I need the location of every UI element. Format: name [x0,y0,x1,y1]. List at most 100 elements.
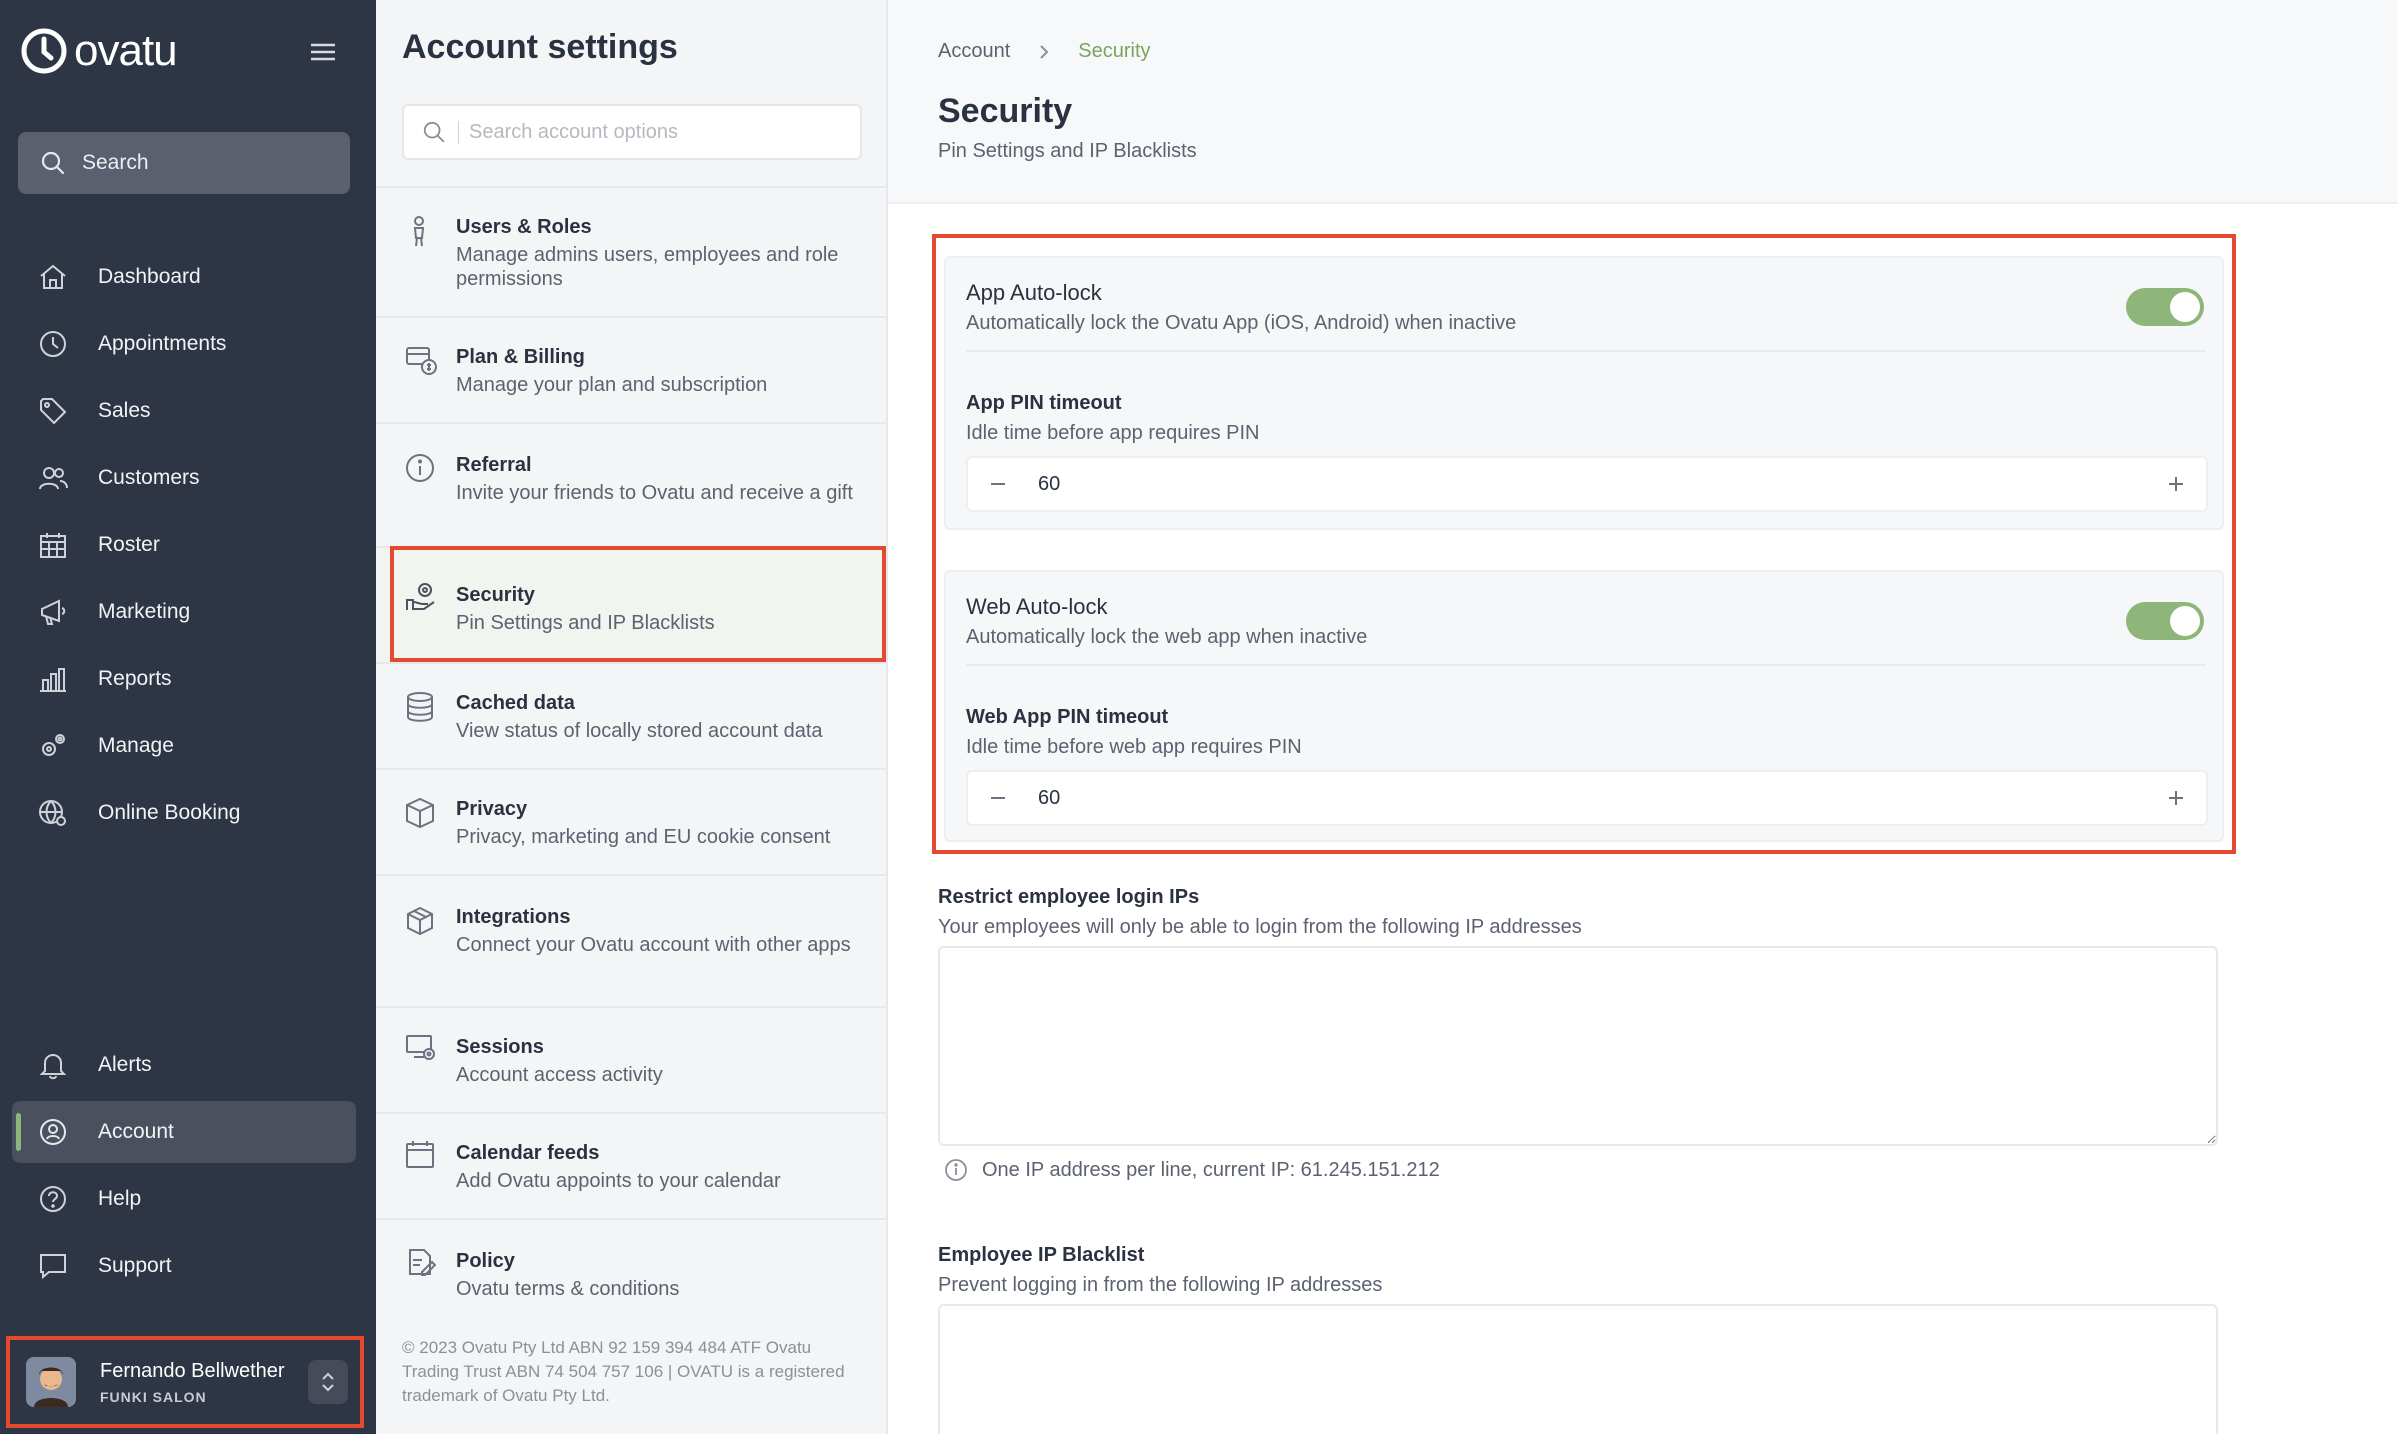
nav-label: Reports [98,667,172,690]
settings-item-security[interactable]: Security Pin Settings and IP Blacklists [376,546,886,662]
settings-item-title: Sessions [456,1036,544,1058]
web-autolock-desc: Automatically lock the web app when inac… [966,626,1368,648]
app-autolock-toggle[interactable] [2126,288,2204,326]
box-icon [404,796,438,830]
nav-label: Customers [98,466,200,489]
info-icon [404,452,438,486]
restrict-ips-label: Restrict employee login IPs [938,886,1200,908]
restrict-ips-textarea[interactable] [938,946,2218,1146]
main-sidebar: ovatu Search Dashboard Appointments Sale… [0,0,376,1434]
settings-item-title: Referral [456,454,532,476]
settings-item-sessions[interactable]: Sessions Account access activity [376,1006,886,1112]
megaphone-icon [36,595,70,629]
settings-search-input[interactable] [458,120,838,144]
gears-icon [36,729,70,763]
settings-item-desc: View status of locally stored account da… [456,720,823,742]
nav-label: Alerts [98,1053,152,1076]
settings-item-desc: Manage admins users, employees and role … [456,244,839,290]
clock-icon [36,327,70,361]
nav-online-booking[interactable]: Online Booking [12,782,356,844]
nav-marketing[interactable]: Marketing [12,581,356,643]
app-pin-timeout-desc: Idle time before app requires PIN [966,422,1260,444]
app-pin-timeout-stepper[interactable]: 60 [966,456,2208,512]
settings-item-title: Privacy [456,798,528,820]
settings-item-desc: Account access activity [456,1064,663,1086]
settings-item-title: Cached data [456,692,575,714]
nav-label: Marketing [98,600,191,623]
plus-icon[interactable] [2160,782,2192,814]
settings-item-integrations[interactable]: Integrations Connect your Ovatu account … [376,874,886,1006]
user-icon [404,214,438,248]
settings-item-cached-data[interactable]: Cached data View status of locally store… [376,662,886,768]
nav-manage[interactable]: Manage [12,715,356,777]
search-icon [41,151,65,175]
web-autolock-card: Web Auto-lock Automatically lock the web… [944,570,2224,842]
security-icon [404,580,438,614]
nav-label: Sales [98,399,151,422]
toggle-knob [2170,606,2200,636]
bell-icon [36,1048,70,1082]
ip-blacklist-textarea[interactable] [938,1304,2218,1434]
nav-dashboard[interactable]: Dashboard [12,246,356,308]
nav-label: Account [98,1120,174,1143]
web-pin-timeout-desc: Idle time before web app requires PIN [966,736,1302,758]
divider [966,350,2206,352]
app-autolock-desc: Automatically lock the Ovatu App (iOS, A… [966,312,1517,334]
app-pin-timeout-value[interactable]: 60 [1038,473,1060,496]
chevron-up-down-icon[interactable] [308,1360,348,1404]
nav-label: Roster [98,533,160,556]
ovatu-logo[interactable]: ovatu [20,26,178,76]
sidebar-search[interactable]: Search [18,132,350,194]
chat-icon [36,1249,70,1283]
nav-roster[interactable]: Roster [12,514,356,576]
hamburger-menu-icon[interactable] [308,40,338,64]
globe-gear-icon [36,796,70,830]
nav-label: Online Booking [98,801,241,824]
nav-alerts[interactable]: Alerts [12,1034,356,1096]
database-icon [404,690,438,724]
settings-item-calendar-feeds[interactable]: Calendar feeds Add Ovatu appoints to you… [376,1112,886,1218]
nav-support[interactable]: Support [12,1235,356,1297]
user-profile-card[interactable]: Fernando Bellwether FUNKI SALON [6,1336,364,1428]
web-pin-timeout-label: Web App PIN timeout [966,706,1169,728]
ip-blacklist-desc: Prevent logging in from the following IP… [938,1274,1383,1296]
settings-item-desc: Pin Settings and IP Blacklists [456,612,715,634]
account-icon [36,1115,70,1149]
hint-text: One IP address per line, current IP: 61.… [982,1158,1440,1181]
plus-icon[interactable] [2160,468,2192,500]
nav-help[interactable]: Help [12,1168,356,1230]
minus-icon[interactable] [982,468,1014,500]
nav-sales[interactable]: Sales [12,380,356,442]
web-autolock-toggle[interactable] [2126,602,2204,640]
divider [966,664,2206,666]
settings-item-privacy[interactable]: Privacy Privacy, marketing and EU cookie… [376,768,886,874]
copyright-footer: © 2023 Ovatu Pty Ltd ABN 92 159 394 484 … [402,1338,845,1405]
settings-item-desc: Connect your Ovatu account with other ap… [456,934,851,956]
settings-item-desc: Invite your friends to Ovatu and receive… [456,482,853,504]
settings-search[interactable] [402,104,862,160]
home-icon [36,260,70,294]
settings-item-users-roles[interactable]: Users & Roles Manage admins users, emplo… [376,186,886,316]
nav-customers[interactable]: Customers [12,447,356,509]
nav-reports[interactable]: Reports [12,648,356,710]
monitor-gear-icon [404,1032,438,1066]
nav-account[interactable]: Account [12,1101,356,1163]
nav-label: Manage [98,734,174,757]
settings-item-policy[interactable]: Policy Ovatu terms & conditions [376,1218,886,1324]
billing-icon [404,344,438,378]
policy-icon [404,1246,438,1280]
web-pin-timeout-value[interactable]: 60 [1038,787,1060,810]
main-content: Account Security Security Pin Settings a… [888,0,2398,1434]
web-autolock-title: Web Auto-lock [966,594,1108,619]
info-icon [945,1159,967,1181]
nav-appointments[interactable]: Appointments [12,313,356,375]
account-settings-panel: Account settings Users & Roles Manage ad… [376,0,888,1434]
minus-icon[interactable] [982,782,1014,814]
breadcrumb-account-link[interactable]: Account [938,40,1010,63]
settings-item-plan-billing[interactable]: Plan & Billing Manage your plan and subs… [376,316,886,422]
settings-item-referral[interactable]: Referral Invite your friends to Ovatu an… [376,422,886,546]
chevron-right-icon [1040,44,1049,59]
toggle-knob [2170,292,2200,322]
web-pin-timeout-stepper[interactable]: 60 [966,770,2208,826]
settings-item-desc: Ovatu terms & conditions [456,1278,680,1300]
